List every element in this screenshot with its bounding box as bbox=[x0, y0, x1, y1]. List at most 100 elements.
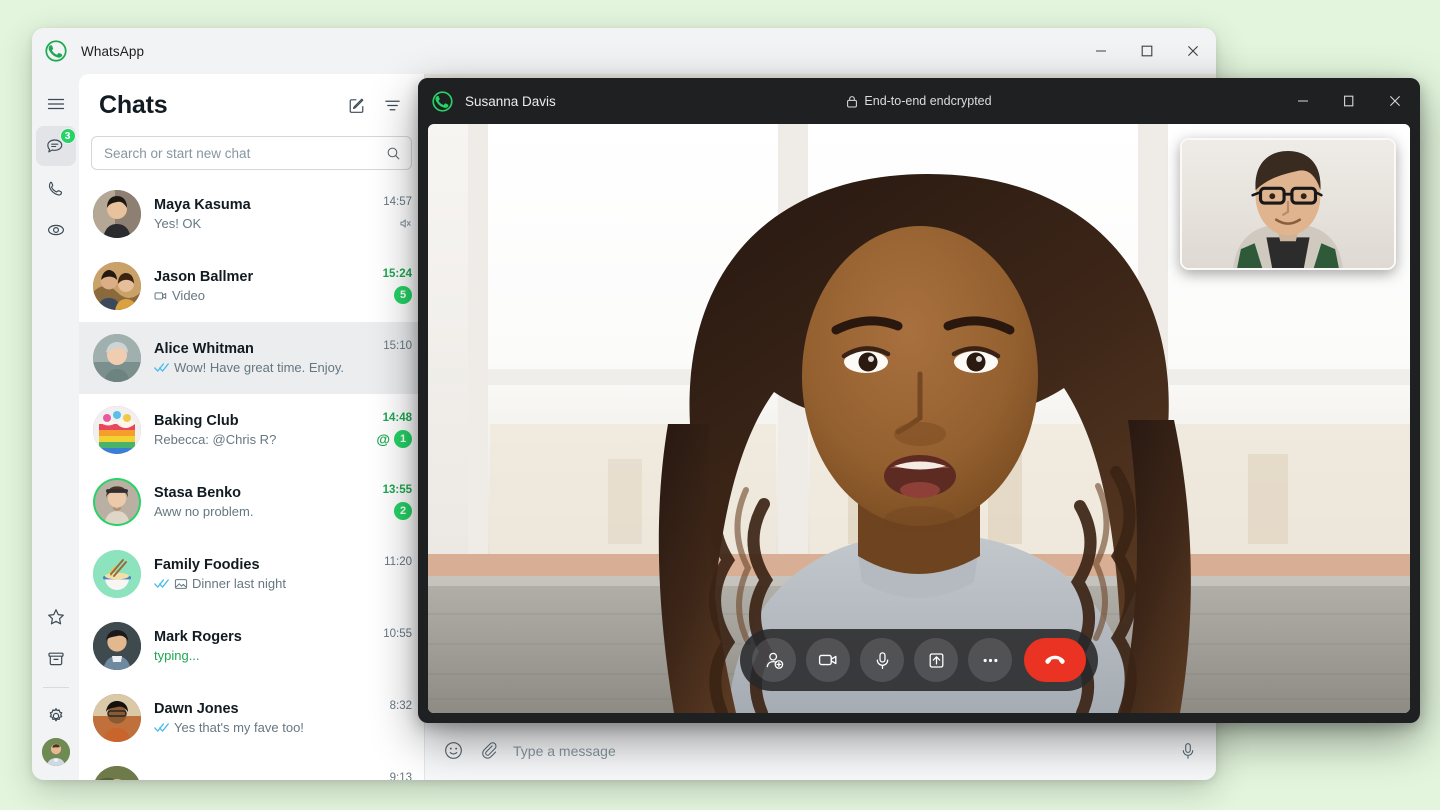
encryption-text: End-to-end endcrypted bbox=[864, 94, 992, 108]
avatar[interactable] bbox=[95, 480, 139, 524]
chat-list-item[interactable]: Baking Club Rebecca: @Chris R? 14:48 @ 1 bbox=[79, 394, 424, 466]
paperclip-icon[interactable] bbox=[478, 740, 499, 761]
chat-item-preview: Aww no problem. bbox=[154, 504, 352, 519]
chat-item-meta: 14:48 @ 1 bbox=[358, 412, 412, 448]
search-icon bbox=[386, 146, 401, 161]
sidebar-item-status[interactable] bbox=[36, 210, 76, 250]
chat-item-meta: 15:24 5 bbox=[358, 268, 412, 304]
call-title-bar: Susanna Davis End-to-end endcrypted bbox=[418, 78, 1420, 124]
chat-item-name: Dawn Jones bbox=[154, 701, 239, 717]
self-video-preview[interactable] bbox=[1180, 138, 1396, 270]
chat-item-body: Dawn Jones Yes that's my fave too! bbox=[154, 701, 352, 735]
call-stage bbox=[428, 124, 1410, 713]
message-composer bbox=[425, 720, 1216, 780]
chat-item-meta: 13:55 2 bbox=[358, 484, 412, 520]
avatar[interactable] bbox=[41, 738, 70, 766]
read-receipt-icon bbox=[154, 722, 170, 733]
chat-item-time: 9:13 bbox=[389, 772, 412, 780]
image-icon bbox=[174, 577, 188, 591]
read-receipt-icon bbox=[154, 362, 170, 373]
chat-item-meta: 15:10 bbox=[358, 340, 412, 376]
avatar[interactable] bbox=[93, 262, 141, 310]
maximize-icon[interactable] bbox=[1326, 78, 1372, 124]
avatar[interactable] bbox=[93, 622, 141, 670]
chat-item-name: Alice Whitman bbox=[154, 341, 254, 357]
whatsapp-logo-icon bbox=[45, 40, 67, 62]
chat-list-item[interactable]: Alice Whitman Wow! Have great time. Enjo… bbox=[79, 322, 424, 394]
close-icon[interactable] bbox=[1170, 28, 1216, 74]
chat-list-pane: Chats Search or start new chat Maya Kasu… bbox=[79, 74, 424, 780]
chat-list-header: Chats bbox=[79, 74, 424, 136]
search-box[interactable] bbox=[91, 136, 412, 170]
more-horizontal-icon[interactable] bbox=[968, 638, 1012, 682]
video-icon bbox=[154, 289, 168, 303]
chat-item-name: Jason Ballmer bbox=[154, 269, 254, 285]
mention-icon: @ bbox=[376, 431, 390, 447]
microphone-icon[interactable] bbox=[860, 638, 904, 682]
compose-icon[interactable] bbox=[338, 87, 374, 123]
chat-item-time: 10:55 bbox=[383, 628, 412, 640]
chat-item-meta: 11:20 bbox=[358, 556, 412, 592]
chat-item-body: Maya Kasuma Yes! OK bbox=[154, 197, 352, 231]
title-bar: WhatsApp bbox=[32, 28, 1216, 74]
chat-item-name: Stasa Benko bbox=[154, 485, 242, 501]
mute-icon bbox=[397, 216, 412, 231]
chat-list-item[interactable]: Mark Rogers typing... 10:55 bbox=[79, 610, 424, 682]
minimize-icon[interactable] bbox=[1078, 28, 1124, 74]
message-input[interactable] bbox=[513, 742, 1164, 759]
video-camera-icon[interactable] bbox=[806, 638, 850, 682]
chat-list[interactable]: Maya Kasuma Yes! OK 14:57 Jason Ballmer … bbox=[79, 178, 424, 780]
chat-list-item[interactable]: Jason Ballmer Video 15:24 5 bbox=[79, 250, 424, 322]
chat-item-preview: Yes! OK bbox=[154, 216, 352, 231]
archive-icon[interactable] bbox=[36, 639, 76, 679]
hamburger-icon[interactable] bbox=[36, 84, 76, 124]
chat-item-preview: Video bbox=[154, 288, 352, 303]
add-person-icon[interactable] bbox=[752, 638, 796, 682]
call-window-controls bbox=[1280, 78, 1418, 124]
close-icon[interactable] bbox=[1372, 78, 1418, 124]
chat-item-time: 15:24 bbox=[382, 268, 412, 280]
chat-item-meta: 8:32 bbox=[358, 700, 412, 736]
avatar[interactable] bbox=[93, 550, 141, 598]
avatar[interactable] bbox=[93, 406, 141, 454]
chat-item-body: Stasa Benko Aww no problem. bbox=[154, 485, 352, 519]
chat-list-item[interactable]: Ziggy Woodley 9:13 bbox=[79, 754, 424, 780]
chat-list-item[interactable]: Stasa Benko Aww no problem. 13:55 2 bbox=[79, 466, 424, 538]
avatar[interactable] bbox=[93, 190, 141, 238]
chat-item-time: 11:20 bbox=[384, 556, 412, 568]
chat-item-badges: @ 1 bbox=[376, 430, 412, 448]
end-call-button[interactable] bbox=[1024, 638, 1086, 682]
microphone-icon[interactable] bbox=[1178, 741, 1198, 761]
search-input[interactable] bbox=[104, 145, 386, 161]
rail-divider bbox=[42, 687, 69, 688]
chat-item-badges: 2 bbox=[394, 502, 412, 520]
chat-item-preview-text: Yes that's my fave too! bbox=[174, 720, 304, 735]
emoji-icon[interactable] bbox=[443, 740, 464, 761]
filter-icon[interactable] bbox=[374, 87, 410, 123]
chat-list-item[interactable]: Maya Kasuma Yes! OK 14:57 bbox=[79, 178, 424, 250]
star-icon[interactable] bbox=[36, 597, 76, 637]
chat-item-preview: Yes that's my fave too! bbox=[154, 720, 352, 735]
avatar[interactable] bbox=[93, 334, 141, 382]
call-control-bar bbox=[740, 629, 1098, 691]
chat-item-name: Family Foodies bbox=[154, 557, 260, 573]
chat-item-preview-text: Rebecca: @Chris R? bbox=[154, 432, 277, 447]
chat-item-name: Mark Rogers bbox=[154, 629, 242, 645]
chat-item-preview: Rebecca: @Chris R? bbox=[154, 432, 352, 447]
chat-list-item[interactable]: Family Foodies Dinner last night 11:20 bbox=[79, 538, 424, 610]
minimize-icon[interactable] bbox=[1280, 78, 1326, 124]
avatar[interactable] bbox=[93, 694, 141, 742]
maximize-icon[interactable] bbox=[1124, 28, 1170, 74]
encryption-status: End-to-end endcrypted bbox=[418, 78, 1420, 124]
screen-share-icon[interactable] bbox=[914, 638, 958, 682]
gear-icon[interactable] bbox=[36, 696, 76, 736]
sidebar-item-chats[interactable]: 3 bbox=[35, 126, 76, 166]
chat-item-preview: Wow! Have great time. Enjoy. bbox=[154, 360, 352, 375]
unread-count-badge: 5 bbox=[394, 286, 412, 304]
sidebar-item-calls[interactable] bbox=[36, 168, 76, 208]
chat-item-preview-text: Yes! OK bbox=[154, 216, 202, 231]
chat-item-meta: 14:57 bbox=[358, 196, 412, 232]
avatar[interactable] bbox=[93, 766, 141, 780]
read-receipt-icon bbox=[154, 578, 170, 589]
chat-list-item[interactable]: Dawn Jones Yes that's my fave too! 8:32 bbox=[79, 682, 424, 754]
